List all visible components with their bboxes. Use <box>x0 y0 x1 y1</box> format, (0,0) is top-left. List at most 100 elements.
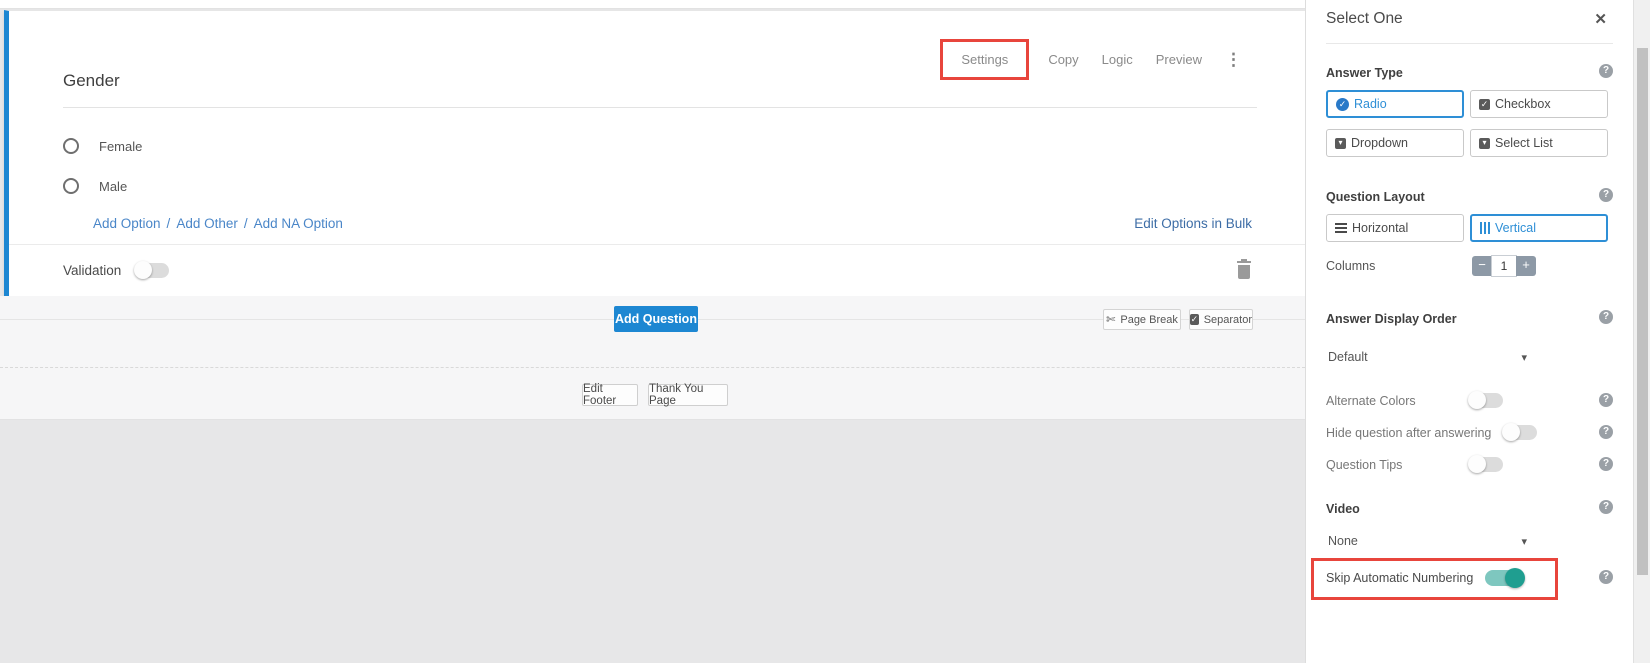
question-tips-row: Question Tips <box>1326 457 1503 472</box>
copy-button[interactable]: Copy <box>1048 52 1078 67</box>
edit-options-in-bulk-link[interactable]: Edit Options in Bulk <box>1134 216 1252 231</box>
settings-button[interactable]: Settings <box>961 52 1008 67</box>
hide-question-row: Hide question after answering <box>1326 425 1537 440</box>
video-label: Video <box>1326 502 1360 516</box>
separator-button[interactable]: Separator <box>1189 309 1253 330</box>
check-circle-icon <box>1336 98 1349 111</box>
settings-highlight-box: Settings <box>940 39 1029 80</box>
question-toolbar: Settings Copy Logic Preview ⋮ <box>940 39 1243 80</box>
alternate-colors-row: Alternate Colors <box>1326 393 1503 408</box>
radio-button-icon[interactable] <box>63 178 79 194</box>
answer-option-row: Male <box>63 178 127 194</box>
answer-display-order-select[interactable]: Default ▾ <box>1328 350 1612 364</box>
add-other-link[interactable]: Add Other <box>176 216 238 231</box>
alternate-colors-toggle[interactable] <box>1469 393 1503 408</box>
panel-divider <box>1326 43 1613 44</box>
main-area: Settings Copy Logic Preview ⋮ Gender Fem… <box>0 0 1305 663</box>
delete-question-icon[interactable] <box>1236 261 1252 280</box>
video-help-icon[interactable] <box>1599 500 1613 514</box>
answer-display-order-value: Default <box>1328 350 1368 364</box>
add-question-button[interactable]: Add Question <box>614 306 698 332</box>
answer-type-select-list-label: Select List <box>1495 136 1553 150</box>
separator-label: Separator <box>1204 314 1252 326</box>
answer-type-checkbox-button[interactable]: Checkbox <box>1470 90 1608 118</box>
horizontal-lines-icon <box>1335 223 1347 233</box>
columns-value-input[interactable] <box>1492 256 1516 276</box>
skip-numbering-row: Skip Automatic Numbering <box>1326 570 1523 586</box>
alternate-colors-label: Alternate Colors <box>1326 394 1469 408</box>
columns-increment-button[interactable]: + <box>1516 256 1536 276</box>
logic-button[interactable]: Logic <box>1102 52 1133 67</box>
hide-question-label: Hide question after answering <box>1326 426 1503 440</box>
panel-title: Select One <box>1326 10 1403 28</box>
question-card[interactable]: Settings Copy Logic Preview ⋮ Gender Fem… <box>4 10 1305 296</box>
columns-decrement-button[interactable]: − <box>1472 256 1492 276</box>
hide-question-toggle[interactable] <box>1503 425 1537 440</box>
add-option-link[interactable]: Add Option <box>93 216 161 231</box>
page-break-icon <box>1106 313 1115 326</box>
validation-label: Validation <box>63 263 121 278</box>
preview-button[interactable]: Preview <box>1156 52 1202 67</box>
option-label[interactable]: Female <box>99 139 142 154</box>
check-square-icon <box>1479 99 1490 110</box>
separator-icon <box>1190 314 1199 325</box>
footer-dashed-divider <box>0 367 1305 368</box>
columns-stepper: − + <box>1472 256 1536 276</box>
top-strip <box>0 0 1305 9</box>
chevron-down-icon: ▾ <box>1521 535 1527 548</box>
answer-display-order-help-icon[interactable] <box>1599 310 1613 324</box>
validation-toggle[interactable] <box>135 263 169 278</box>
answer-type-label: Answer Type <box>1326 66 1403 80</box>
settings-panel: Select One ✕ Answer Type Radio Checkbox … <box>1305 0 1633 663</box>
answer-type-help-icon[interactable] <box>1599 64 1613 78</box>
option-links: Add Option / Add Other / Add NA Option <box>93 216 343 231</box>
layout-vertical-button[interactable]: Vertical <box>1470 214 1608 242</box>
answer-type-radio-button[interactable]: Radio <box>1326 90 1464 118</box>
skip-numbering-help-icon[interactable] <box>1599 570 1613 584</box>
question-title[interactable]: Gender <box>63 71 120 91</box>
thank-you-page-button[interactable]: Thank You Page <box>648 384 728 406</box>
question-tips-help-icon[interactable] <box>1599 457 1613 471</box>
layout-vertical-label: Vertical <box>1495 221 1536 235</box>
scrollbar-track[interactable] <box>1633 0 1650 663</box>
answer-type-dropdown-label: Dropdown <box>1351 136 1408 150</box>
close-icon[interactable]: ✕ <box>1594 10 1607 28</box>
columns-label: Columns <box>1326 259 1375 273</box>
scrollbar-thumb[interactable] <box>1637 48 1648 575</box>
video-select[interactable]: None ▾ <box>1328 534 1612 548</box>
page-break-button[interactable]: Page Break <box>1103 309 1181 330</box>
card-divider <box>9 244 1305 245</box>
question-tips-label: Question Tips <box>1326 458 1469 472</box>
answer-type-radio-label: Radio <box>1354 97 1387 111</box>
skip-numbering-label: Skip Automatic Numbering <box>1326 571 1473 585</box>
chevron-down-icon: ▾ <box>1521 351 1527 364</box>
edit-footer-button[interactable]: Edit Footer <box>582 384 638 406</box>
question-title-underline <box>63 107 1257 108</box>
answer-type-select-list-button[interactable]: Select List <box>1470 129 1608 157</box>
caret-square-icon <box>1335 138 1346 149</box>
answer-display-order-label: Answer Display Order <box>1326 312 1457 326</box>
answer-type-checkbox-label: Checkbox <box>1495 97 1551 111</box>
more-options-icon[interactable]: ⋮ <box>1225 50 1243 70</box>
skip-numbering-toggle[interactable] <box>1485 570 1523 586</box>
add-na-option-link[interactable]: Add NA Option <box>254 216 343 231</box>
question-layout-label: Question Layout <box>1326 190 1425 204</box>
layout-horizontal-label: Horizontal <box>1352 221 1408 235</box>
answer-type-dropdown-button[interactable]: Dropdown <box>1326 129 1464 157</box>
radio-button-icon[interactable] <box>63 138 79 154</box>
alternate-colors-help-icon[interactable] <box>1599 393 1613 407</box>
page-break-label: Page Break <box>1120 314 1177 326</box>
answer-option-row: Female <box>63 138 142 154</box>
hide-question-help-icon[interactable] <box>1599 425 1613 439</box>
question-layout-help-icon[interactable] <box>1599 188 1613 202</box>
builder-section: Add Question Page Break Separator Edit F… <box>0 296 1305 420</box>
survey-builder-screen: Settings Copy Logic Preview ⋮ Gender Fem… <box>0 0 1650 663</box>
validation-row: Validation <box>63 263 169 278</box>
vertical-bars-icon <box>1480 222 1490 234</box>
video-value: None <box>1328 534 1358 548</box>
link-separator: / <box>167 216 171 231</box>
option-label[interactable]: Male <box>99 179 127 194</box>
layout-horizontal-button[interactable]: Horizontal <box>1326 214 1464 242</box>
caret-square-icon <box>1479 138 1490 149</box>
question-tips-toggle[interactable] <box>1469 457 1503 472</box>
